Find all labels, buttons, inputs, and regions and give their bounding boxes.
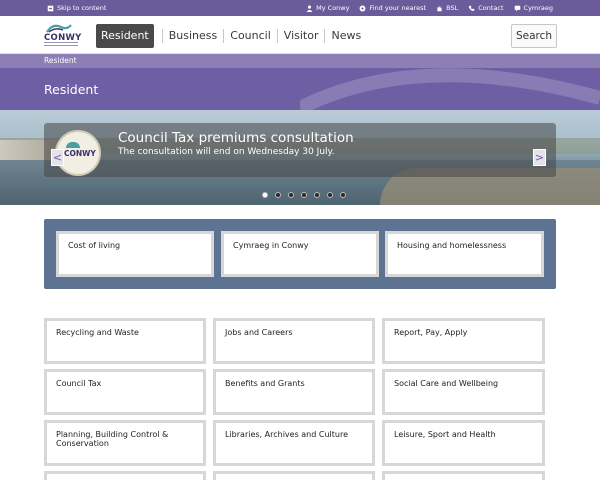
logo-swoosh-icon xyxy=(46,24,72,33)
conwy-logo[interactable]: CONWY xyxy=(44,23,81,49)
carousel-dot-2[interactable] xyxy=(275,192,281,198)
tile-report-pay-apply[interactable]: Report, Pay, Apply xyxy=(382,318,545,364)
cymraeg-link[interactable]: Cymraeg xyxy=(514,4,554,12)
hero-carousel: CONWY Council Tax premiums consultation … xyxy=(0,110,600,205)
featured-tile-cost-of-living[interactable]: Cost of living xyxy=(56,231,214,277)
location-icon xyxy=(360,5,366,11)
tile-leisure[interactable]: Leisure, Sport and Health xyxy=(382,420,545,466)
skip-to-content-link[interactable]: Skip to content xyxy=(47,4,106,12)
nav-business[interactable]: Business xyxy=(163,24,224,48)
skip-label: Skip to content xyxy=(57,4,107,12)
carousel-dot-4[interactable] xyxy=(301,192,307,198)
slide-title[interactable]: Council Tax premiums consultation xyxy=(118,130,354,146)
bsl-label: BSL xyxy=(446,4,459,12)
tile-next-row-partial[interactable] xyxy=(44,471,206,480)
tile-recycling-waste[interactable]: Recycling and Waste xyxy=(44,318,206,364)
nav-council[interactable]: Council xyxy=(224,24,277,48)
hand-icon xyxy=(437,5,442,11)
nav-resident[interactable]: Resident xyxy=(96,24,154,48)
tile-jobs-careers[interactable]: Jobs and Careers xyxy=(213,318,375,364)
search-button[interactable]: Search xyxy=(511,24,557,48)
nav-visitor[interactable]: Visitor xyxy=(278,24,325,48)
tile-benefits-grants[interactable]: Benefits and Grants xyxy=(213,369,375,415)
find-your-nearest-label: Find your nearest xyxy=(369,4,427,12)
tile-social-care[interactable]: Social Care and Wellbeing xyxy=(382,369,545,415)
badge-swoosh-icon xyxy=(66,142,80,148)
tile-planning[interactable]: Planning, Building Control & Conservatio… xyxy=(44,420,206,466)
find-your-nearest-link[interactable]: Find your nearest xyxy=(359,4,426,12)
utility-bar: Skip to content My Conwy Find your neare… xyxy=(0,0,600,16)
featured-tile-housing[interactable]: Housing and homelessness xyxy=(385,231,544,277)
my-conwy-label: My Conwy xyxy=(316,4,350,12)
contact-label: Contact xyxy=(478,4,504,12)
slide-subtitle: The consultation will end on Wednesday 3… xyxy=(118,147,335,157)
bsl-link[interactable]: BSL xyxy=(436,4,458,12)
cymraeg-label: Cymraeg xyxy=(523,4,554,12)
person-icon xyxy=(306,5,313,12)
tile-next-row-partial[interactable] xyxy=(382,471,545,480)
carousel-dot-3[interactable] xyxy=(288,192,294,198)
carousel-prev-button[interactable]: < xyxy=(51,149,64,166)
decorative-swirl xyxy=(300,68,600,110)
phone-icon xyxy=(468,5,475,11)
page-title-bar: Resident xyxy=(0,68,600,110)
featured-panel: Cost of living Cymraeg in Conwy Housing … xyxy=(44,219,556,289)
skip-icon xyxy=(47,5,54,11)
page-title: Resident xyxy=(44,82,99,97)
carousel-dot-5[interactable] xyxy=(314,192,320,198)
breadcrumb: Resident xyxy=(0,54,600,68)
nav-news[interactable]: News xyxy=(325,24,367,48)
site-header: CONWY Resident Business Council Visitor … xyxy=(0,16,600,54)
contact-link[interactable]: Contact xyxy=(468,4,504,12)
speech-bubble-icon xyxy=(514,5,520,12)
breadcrumb-item-resident[interactable]: Resident xyxy=(44,56,77,65)
tile-next-row-partial[interactable] xyxy=(213,471,375,480)
carousel-dot-6[interactable] xyxy=(327,192,333,198)
badge-text: CONWY xyxy=(64,149,96,158)
logo-subtitle-lines xyxy=(44,42,78,46)
carousel-next-button[interactable]: > xyxy=(533,149,546,166)
my-conwy-link[interactable]: My Conwy xyxy=(306,4,349,12)
carousel-dot-1[interactable] xyxy=(262,192,268,198)
featured-tile-cymraeg[interactable]: Cymraeg in Conwy xyxy=(221,231,379,277)
main-nav: Resident Business Council Visitor News xyxy=(96,24,367,48)
carousel-dot-7[interactable] xyxy=(340,192,346,198)
tile-council-tax[interactable]: Council Tax xyxy=(44,369,206,415)
carousel-dots xyxy=(262,192,346,198)
tile-libraries[interactable]: Libraries, Archives and Culture xyxy=(213,420,375,466)
